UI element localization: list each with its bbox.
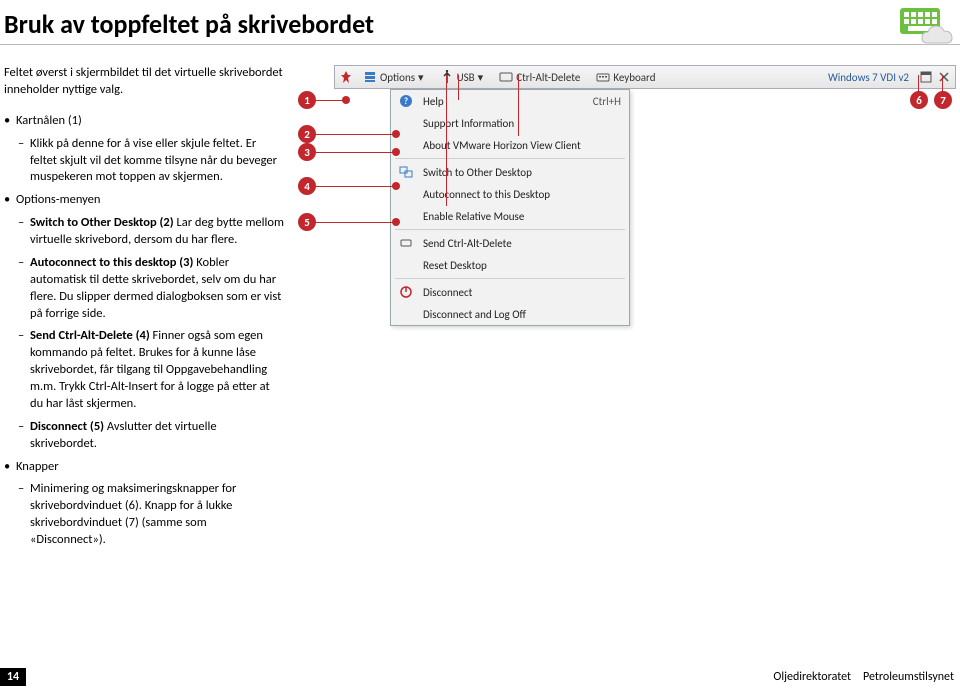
page-title: Bruk av toppfeltet på skrivebordet — [0, 0, 960, 45]
callout-2: 2 — [298, 125, 316, 143]
menu-autoconnect[interactable]: Autoconnect to this Desktop — [391, 183, 629, 205]
close-icon[interactable] — [937, 70, 951, 84]
menu-reset-desktop[interactable]: Reset Desktop — [391, 254, 629, 276]
pin-3 — [392, 148, 400, 156]
menu-enable-relative-mouse[interactable]: Enable Relative Mouse — [391, 205, 629, 227]
switch-desktop-icon — [397, 164, 415, 180]
svg-text:?: ? — [404, 96, 408, 107]
pin-4 — [392, 182, 400, 190]
usb-button[interactable]: USB ▾ — [434, 68, 490, 86]
pin-5 — [392, 218, 400, 226]
menu-switch-desktop[interactable]: Switch to Other Desktop — [391, 161, 629, 183]
footer: 14 Oljedirektoratet Petroleumstilsynet — [0, 668, 954, 686]
bullet-opt5: Disconnect (5) Avslutter det virtuelle s… — [4, 419, 284, 453]
bullet-opt4: Send Ctrl-Alt-Delete (4) Finner også som… — [4, 328, 284, 412]
callout-1: 1 — [298, 91, 316, 109]
intro-text: Feltet øverst i skjermbildet til det vir… — [4, 65, 284, 99]
options-icon — [363, 70, 377, 84]
menu-disconnect-logoff[interactable]: Disconnect and Log Off — [391, 303, 629, 325]
bullet-options: Options-menyen — [4, 192, 284, 209]
bullet-kartnalen: Kartnålen (1) — [4, 113, 284, 130]
keyboard-button[interactable]: Keyboard — [590, 68, 661, 86]
pin-1 — [342, 96, 350, 104]
menu-support-info[interactable]: Support Information — [391, 112, 629, 134]
dropdown-icon: ▾ — [418, 71, 424, 84]
minimize-maximize-icon[interactable] — [919, 70, 933, 84]
bullet-opt3: Autoconnect to this desktop (3) Kobler a… — [4, 255, 284, 323]
left-column: Feltet øverst i skjermbildet til det vir… — [4, 65, 284, 555]
page-number: 14 — [0, 668, 26, 686]
bullet-knapper: Knapper — [4, 459, 284, 476]
menu-help[interactable]: ? Help Ctrl+H — [391, 90, 629, 112]
vdi-toolbar: Options ▾ USB ▾ Ctrl-Alt-Delete — [334, 65, 956, 89]
bullet-opt2: Switch to Other Desktop (2) Lar deg bytt… — [4, 215, 284, 249]
screenshot-area: 1 2 3 4 5 6 7 — [298, 65, 956, 555]
dropdown-icon: ▾ — [478, 71, 484, 84]
keyboard-icon — [596, 70, 610, 84]
callout-7: 7 — [934, 91, 952, 109]
disconnect-icon — [397, 284, 415, 300]
options-menu: ? Help Ctrl+H Support Information About … — [390, 89, 630, 326]
callout-4: 4 — [298, 177, 316, 195]
footer-org-left: Oljedirektoratet — [773, 670, 851, 684]
options-button[interactable]: Options ▾ — [357, 68, 430, 86]
logo-keyboard-cloud — [898, 6, 954, 44]
menu-disconnect[interactable]: Disconnect — [391, 281, 629, 303]
send-cad-icon — [397, 235, 415, 251]
callout-6: 6 — [910, 91, 928, 109]
callout-3: 3 — [298, 143, 316, 161]
help-icon: ? — [397, 93, 415, 109]
ctrl-alt-delete-button[interactable]: Ctrl-Alt-Delete — [493, 68, 586, 86]
footer-org-right: Petroleumstilsynet — [863, 670, 954, 684]
menu-about[interactable]: About VMware Horizon View Client — [391, 134, 629, 156]
callout-5: 5 — [298, 213, 316, 231]
bullet-knapper-body: Minimering og maksimeringsknapper for sk… — [4, 481, 284, 549]
keyboard-key-icon — [499, 70, 513, 84]
menu-send-cad[interactable]: Send Ctrl-Alt-Delete — [391, 232, 629, 254]
bullet-kartnalen-body: Klikk på denne for å vise eller skjule f… — [4, 136, 284, 187]
shortcut-label: Ctrl+H — [593, 95, 621, 108]
vm-name-label: Windows 7 VDI v2 — [828, 71, 909, 84]
pin-icon[interactable] — [339, 70, 353, 84]
pin-2 — [392, 130, 400, 138]
